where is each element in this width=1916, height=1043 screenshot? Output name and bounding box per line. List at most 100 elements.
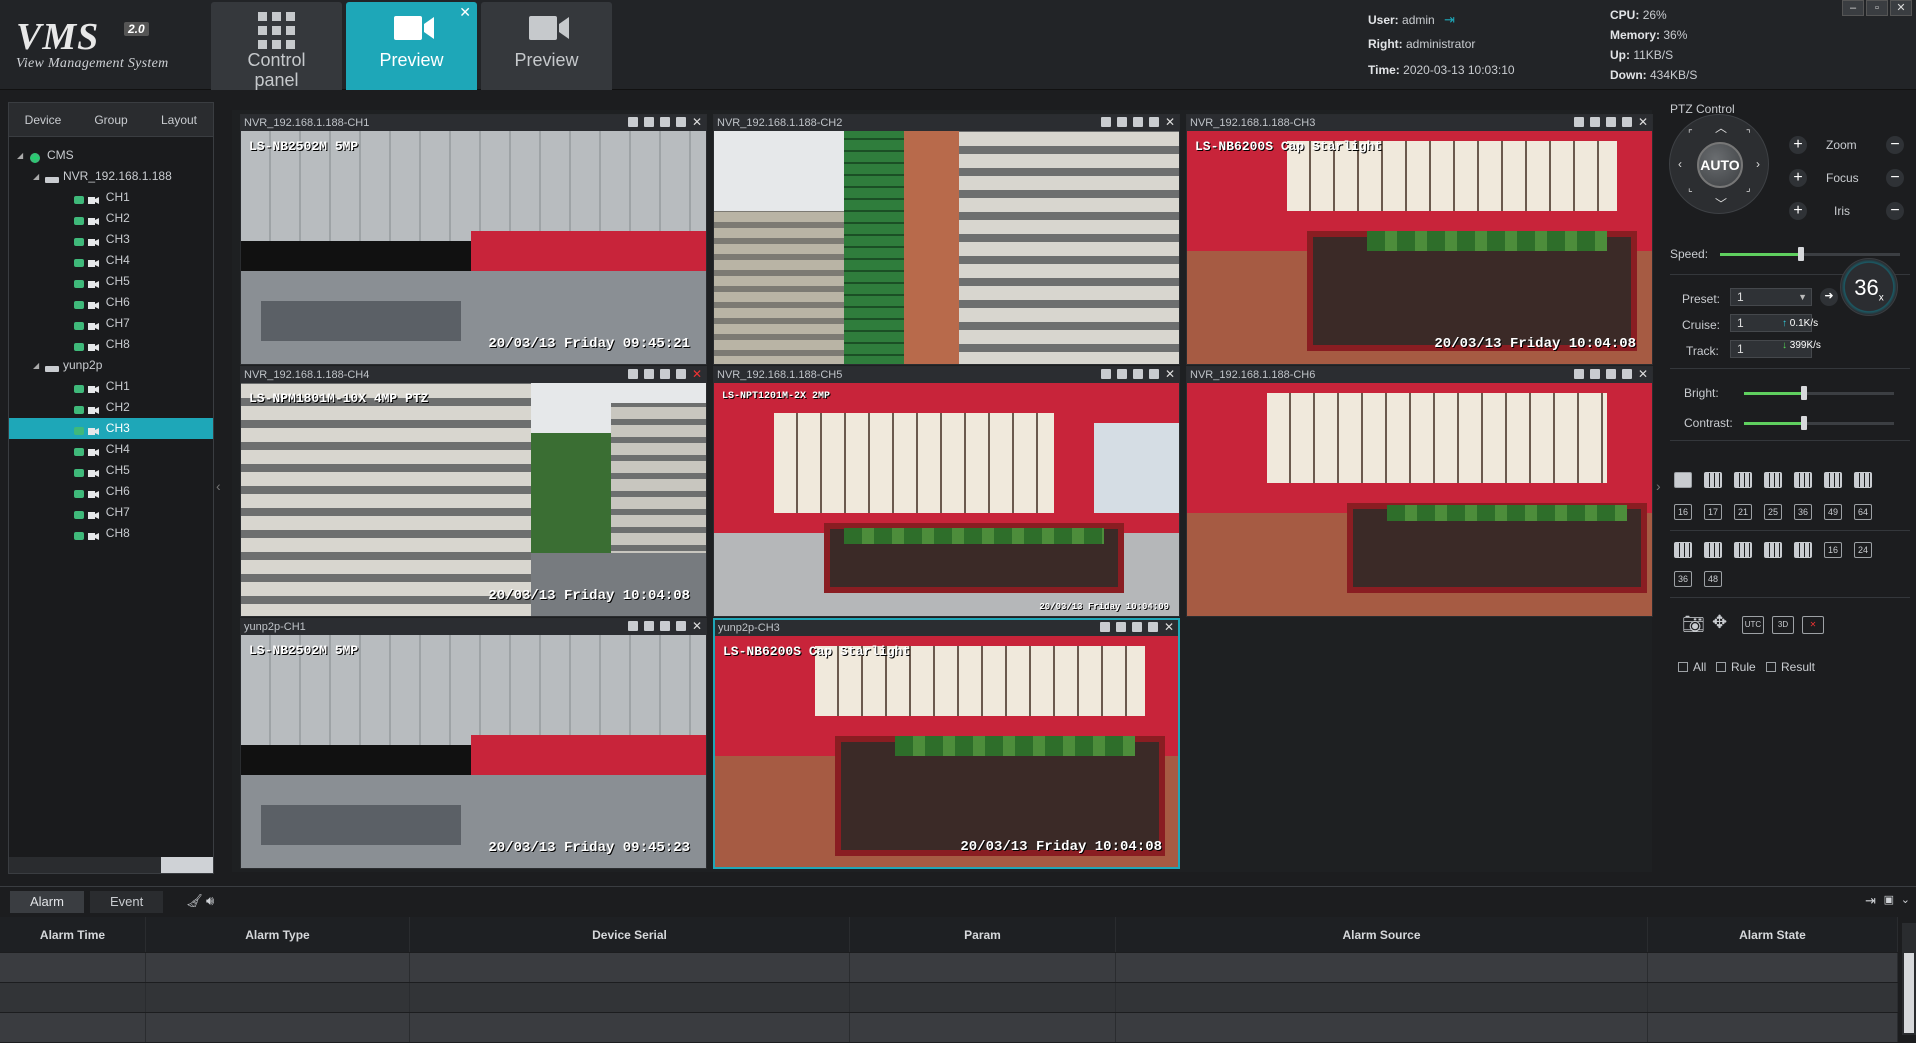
zoom-out-button[interactable]: − (1886, 136, 1904, 154)
layout-wide-5-button[interactable] (1794, 542, 1812, 558)
video-cell-selected[interactable]: yunp2p-CH3 ✕ LS-NB6200S Cap Starlight 20… (713, 618, 1180, 869)
column-alarm-state[interactable]: Alarm State (1648, 917, 1898, 952)
layout-16-button[interactable]: 16 (1674, 504, 1692, 520)
tree-channel[interactable]: CH5 (9, 271, 213, 292)
layout-10-button[interactable] (1824, 472, 1842, 488)
close-icon[interactable]: ✕ (1638, 368, 1648, 380)
speed-slider-knob[interactable] (1798, 247, 1804, 261)
horizontal-scrollbar[interactable] (9, 857, 213, 873)
audio-icon[interactable] (1149, 117, 1159, 127)
arrow-down-left-icon[interactable]: ⌞ (1688, 183, 1693, 194)
filter-rule-checkbox[interactable]: Rule (1716, 660, 1756, 674)
layout-64-button[interactable]: 64 (1854, 504, 1872, 520)
record-icon[interactable] (1100, 622, 1110, 632)
zoom-in-button[interactable]: + (1789, 136, 1807, 154)
layout-49-button[interactable]: 49 (1824, 504, 1842, 520)
camera-snapshot-icon[interactable]: 📷︎ (1682, 614, 1705, 635)
tab-device[interactable]: Device (9, 103, 77, 136)
close-window-button[interactable]: ✕ (1890, 0, 1912, 16)
collapse-down-icon[interactable]: ⌄ (1901, 893, 1910, 906)
layout-13-button[interactable] (1854, 472, 1872, 488)
tree-channel[interactable]: CH7 (9, 502, 213, 523)
layout-6-button[interactable] (1734, 472, 1752, 488)
table-row[interactable] (0, 1013, 1898, 1043)
ptz-move-icon[interactable]: ✥ (1712, 612, 1727, 633)
tab-alarm[interactable]: Alarm (10, 891, 84, 913)
arrow-left-icon[interactable]: ‹ (1678, 157, 1682, 171)
column-alarm-type[interactable]: Alarm Type (146, 917, 410, 952)
close-icon[interactable]: ✕ (1165, 368, 1175, 380)
video-cell[interactable]: NVR_192.168.1.188-CH1 ✕ LS-NB2502M 5MP 2… (240, 114, 707, 365)
video-icon[interactable] (1590, 117, 1600, 127)
snapshot-icon[interactable] (1606, 369, 1616, 379)
bright-slider[interactable] (1744, 386, 1894, 400)
video-cell[interactable]: NVR_192.168.1.188-CH2 ✕ (713, 114, 1180, 365)
record-icon[interactable] (628, 117, 638, 127)
tab-layout[interactable]: Layout (145, 103, 213, 136)
tree-channel[interactable]: CH2 (9, 397, 213, 418)
layout-8-button[interactable] (1764, 472, 1782, 488)
layout-9-button[interactable] (1794, 472, 1812, 488)
layout-wide-3-button[interactable] (1734, 542, 1752, 558)
tree-channel[interactable]: CH3 (9, 418, 213, 439)
tree-channel[interactable]: CH3 (9, 229, 213, 250)
video-icon[interactable] (644, 621, 654, 631)
tree-channel[interactable]: CH4 (9, 250, 213, 271)
tree-channel[interactable]: CH4 (9, 439, 213, 460)
close-icon[interactable]: ✕ (692, 368, 702, 380)
video-cell[interactable]: NVR_192.168.1.188-CH4 ✕ LS-NPM1801M-10X … (240, 366, 707, 617)
tree-channel[interactable]: CH2 (9, 208, 213, 229)
layout-wide-16-button[interactable]: 16 (1824, 542, 1842, 558)
ptz-auto-button[interactable]: AUTO (1697, 142, 1743, 188)
tab-group[interactable]: Group (77, 103, 145, 136)
scrollbar-thumb[interactable] (1904, 953, 1914, 1033)
arrow-up-icon[interactable]: ︿ (1715, 119, 1727, 136)
tree-device[interactable]: ◢ NVR_192.168.1.188 (9, 166, 213, 187)
filter-result-checkbox[interactable]: Result (1766, 660, 1815, 674)
video-icon[interactable] (1117, 117, 1127, 127)
tab-control-panel[interactable]: Control panel (211, 2, 342, 90)
tree-channel[interactable]: CH1 (9, 376, 213, 397)
video-cell[interactable]: NVR_192.168.1.188-CH5 ✕ LS-NPT1201M-2X 2… (713, 366, 1180, 617)
tab-preview-active[interactable]: ✕ Preview (346, 2, 477, 90)
vertical-scrollbar[interactable] (1902, 923, 1916, 1035)
video-icon[interactable] (1117, 369, 1127, 379)
video-cell[interactable]: yunp2p-CH1 ✕ LS-NB2502M 5MP 20/03/13 Fri… (240, 618, 707, 869)
layout-25-button[interactable]: 25 (1764, 504, 1782, 520)
filter-all-checkbox[interactable]: All (1678, 660, 1706, 674)
maximize-button[interactable]: ▫ (1866, 0, 1888, 16)
window-icon[interactable]: ▣ (1884, 893, 1894, 906)
scrollbar-thumb[interactable] (161, 857, 213, 873)
layout-wide-2-button[interactable] (1704, 542, 1722, 558)
tree-channel[interactable]: CH1 (9, 187, 213, 208)
minimize-button[interactable]: – (1842, 0, 1864, 16)
close-icon[interactable]: ✕ (1164, 621, 1174, 633)
tree-channel[interactable]: CH6 (9, 292, 213, 313)
audio-icon[interactable] (676, 117, 686, 127)
tree-channel[interactable]: CH7 (9, 313, 213, 334)
expand-arrow-icon[interactable]: ◢ (33, 355, 39, 376)
snapshot-icon[interactable] (660, 117, 670, 127)
audio-icon[interactable] (676, 369, 686, 379)
record-icon[interactable] (1574, 369, 1584, 379)
record-icon[interactable] (1574, 117, 1584, 127)
arrow-down-right-icon[interactable]: ⌟ (1746, 183, 1751, 194)
layout-4-button[interactable] (1704, 472, 1722, 488)
column-alarm-time[interactable]: Alarm Time (0, 917, 146, 952)
close-icon[interactable]: ✕ (692, 116, 702, 128)
layout-21-button[interactable]: 21 (1734, 504, 1752, 520)
column-device-serial[interactable]: Device Serial (410, 917, 850, 952)
focus-out-button[interactable]: − (1886, 169, 1904, 187)
video-icon[interactable] (1116, 622, 1126, 632)
tree-root-cms[interactable]: ◢ CMS (9, 145, 213, 166)
ptz-direction-pad[interactable]: ︿ ﹀ ‹ › ⌜ ⌝ ⌞ ⌟ AUTO (1669, 114, 1769, 214)
video-icon[interactable] (644, 369, 654, 379)
pin-icon[interactable]: ⇥ (1865, 893, 1876, 909)
snapshot-icon[interactable] (1606, 117, 1616, 127)
snapshot-icon[interactable] (660, 369, 670, 379)
video-cell[interactable]: NVR_192.168.1.188-CH3 ✕ LS-NB6200S Cap S… (1186, 114, 1653, 365)
collapse-left-icon[interactable]: ‹ (216, 478, 221, 494)
preset-goto-button[interactable]: ➜ (1820, 288, 1838, 306)
video-icon[interactable] (644, 117, 654, 127)
layout-wide-36-button[interactable]: 36 (1674, 571, 1692, 587)
